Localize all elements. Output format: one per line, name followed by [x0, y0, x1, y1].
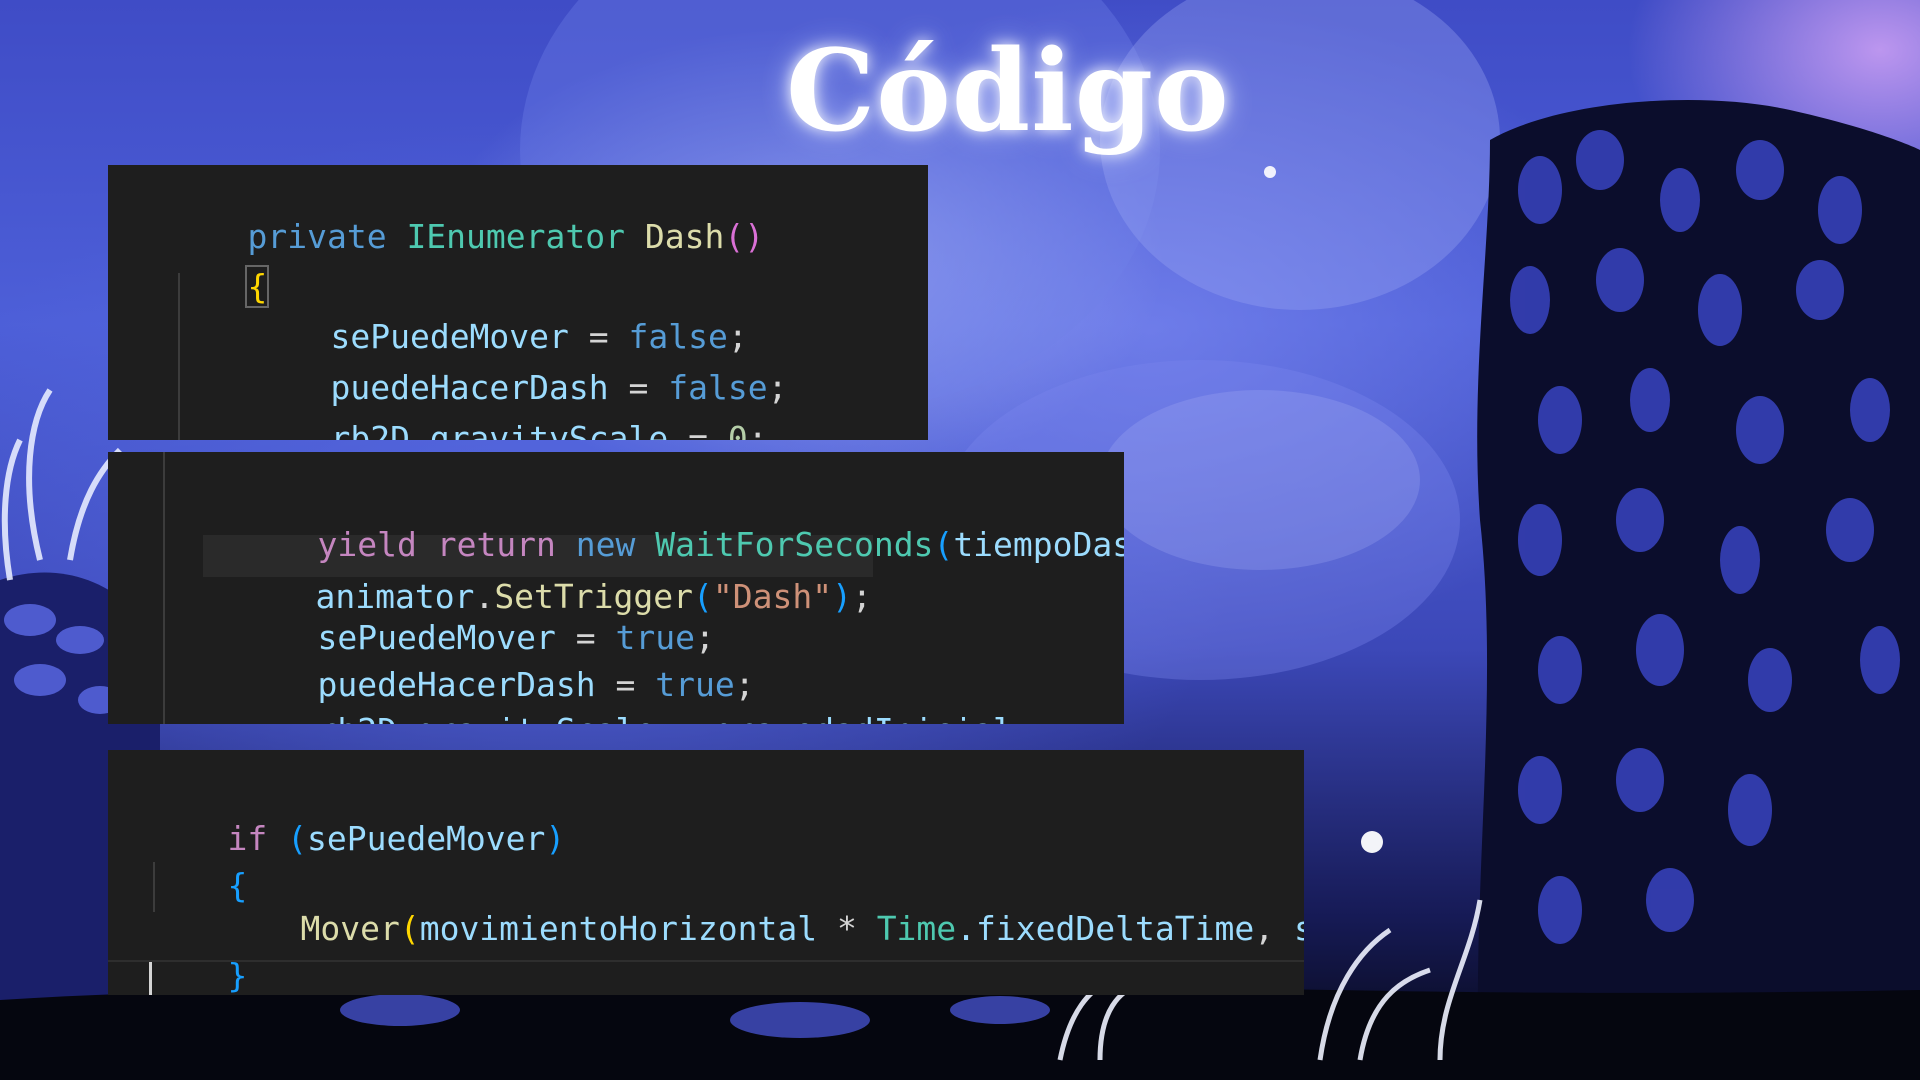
code-line: } — [227, 956, 248, 995]
code-panel-dash-start: private IEnumerator Dash() { sePuedeMove… — [108, 165, 928, 440]
code-panel-movement: if (sePuedeMover) { Mover(movimientoHori… — [108, 750, 1304, 995]
code-line: Mover(movimientoHorizontal * Time.fixedD… — [300, 909, 1304, 948]
code-panel-dash-end: yield return new WaitForSeconds(tiempoDa… — [108, 452, 1124, 724]
code-line: rb2D.gravityScale = 0; — [330, 419, 768, 440]
code-line: rb2D.gravityScale = gravedadInicial; — [238, 671, 1032, 724]
indent-guide — [163, 452, 165, 724]
